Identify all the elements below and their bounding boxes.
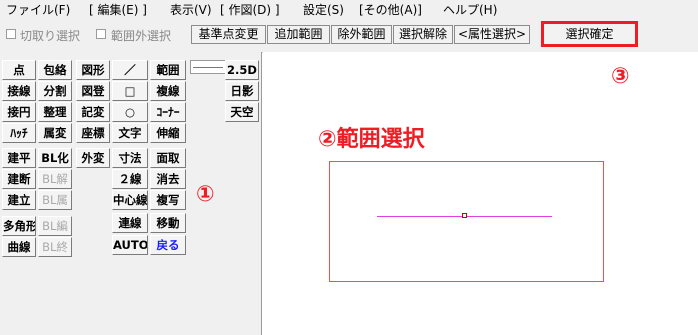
cut-select-checkbox[interactable]	[6, 29, 16, 39]
cmd-chamfer[interactable]: 面取	[150, 148, 186, 168]
menu-file[interactable]: ファイル(F)	[6, 1, 70, 18]
cmd-arch-section[interactable]: 建断	[2, 169, 36, 189]
cmd-double-line[interactable]: ２線	[112, 169, 148, 189]
cmd-rectangle[interactable]: □	[112, 81, 148, 101]
cmd-shape[interactable]: 図形	[76, 60, 110, 80]
cmd-curve[interactable]: 曲線	[2, 237, 36, 257]
cmd-undo[interactable]: 戻る	[150, 235, 186, 255]
cmd-external-change[interactable]: 外変	[76, 148, 110, 168]
cmd-block-attribute: BL属	[38, 190, 72, 210]
annotation-step-3: ③	[611, 64, 630, 89]
menu-settings[interactable]: 設定(S)	[303, 1, 344, 18]
cmd-stretch[interactable]: 伸縮	[150, 123, 186, 143]
cmd-arch-plan[interactable]: 建平	[2, 148, 36, 168]
cmd-erase[interactable]: 消去	[150, 169, 186, 189]
cmd-attribute-change[interactable]: 属変	[38, 123, 72, 143]
menu-help[interactable]: ヘルプ(H)	[443, 1, 497, 18]
cmd-circle[interactable]: ○	[112, 102, 148, 122]
menu-view[interactable]: 表示(V)	[170, 1, 212, 18]
cmd-envelope[interactable]: 包絡	[38, 60, 72, 80]
range-select-toolbar: 切取り選択 範囲外選択 基準点変更 追加範囲 除外範囲 選択解除 <属性選択> …	[0, 18, 698, 53]
deselect-button[interactable]: 選択解除	[393, 25, 453, 44]
cmd-line[interactable]: ／	[112, 60, 148, 80]
cmd-copy[interactable]: 複写	[150, 190, 186, 210]
line-midpoint-marker	[462, 213, 467, 218]
cmd-range[interactable]: 範囲	[150, 60, 186, 80]
cmd-hatch[interactable]: ﾊｯﾁ	[2, 123, 36, 143]
attribute-select-button[interactable]: <属性選択>	[454, 25, 530, 44]
cmd-tangent[interactable]: 接線	[2, 81, 36, 101]
cmd-divide[interactable]: 分割	[38, 81, 72, 101]
cmd-tangent-circle[interactable]: 接円	[2, 102, 36, 122]
menu-edit[interactable]: [ 編集(E) ]	[89, 1, 147, 18]
cmd-text[interactable]: 文字	[112, 123, 148, 143]
outside-select-checkbox[interactable]	[96, 29, 106, 39]
confirm-selection-button[interactable]: 選択確定	[541, 21, 638, 47]
cmd-auto[interactable]: AUTO	[112, 235, 148, 255]
outside-select-label: 範囲外選択	[111, 29, 172, 43]
cmd-corner[interactable]: ｺｰﾅｰ	[150, 102, 186, 122]
cmd-move[interactable]: 移動	[150, 213, 186, 233]
selection-rectangle	[329, 161, 604, 282]
cmd-organize[interactable]: 整理	[38, 102, 72, 122]
cut-select-label: 切取り選択	[20, 29, 81, 43]
command-panel: 点 接線 接円 ﾊｯﾁ 建平 建断 建立 多角形 曲線 包絡 分割 整理 属変 …	[0, 52, 262, 335]
cmd-dimension[interactable]: 寸法	[112, 148, 148, 168]
annotation-step-1: ①	[196, 182, 215, 207]
cmd-block-edit: BL編	[38, 216, 72, 236]
line-type-icon[interactable]	[190, 60, 226, 74]
menu-bar: ファイル(F) [ 編集(E) ] 表示(V) [ 作図(D) ] 設定(S) …	[0, 0, 698, 18]
cmd-shape-register[interactable]: 図登	[76, 81, 110, 101]
cmd-symbol-change[interactable]: 記変	[76, 102, 110, 122]
cmd-point[interactable]: 点	[2, 60, 36, 80]
annotation-step-2: ②範囲選択	[318, 127, 425, 152]
cmd-block-end: BL終	[38, 237, 72, 257]
cmd-parallel-line[interactable]: 複線	[150, 81, 186, 101]
cmd-sky-factor[interactable]: 天空	[225, 102, 259, 122]
change-base-point-button[interactable]: 基準点変更	[191, 25, 266, 44]
add-range-button[interactable]: 追加範囲	[267, 25, 330, 44]
cmd-connect-line[interactable]: 連線	[112, 213, 148, 233]
cmd-polygon[interactable]: 多角形	[2, 216, 36, 236]
menu-other[interactable]: [その他(A)]	[359, 1, 422, 18]
cmd-coordinates[interactable]: 座標	[76, 123, 110, 143]
cmd-sun-shadow[interactable]: 日影	[225, 81, 259, 101]
menu-draw[interactable]: [ 作図(D) ]	[220, 1, 280, 18]
cmd-center-line[interactable]: 中心線	[112, 190, 148, 210]
cmd-block-explode: BL解	[38, 169, 72, 189]
cmd-arch-elevation[interactable]: 建立	[2, 190, 36, 210]
cmd-2-5d[interactable]: 2.5D	[225, 60, 259, 80]
cmd-block-make[interactable]: BL化	[38, 148, 72, 168]
exclude-range-button[interactable]: 除外範囲	[331, 25, 392, 44]
